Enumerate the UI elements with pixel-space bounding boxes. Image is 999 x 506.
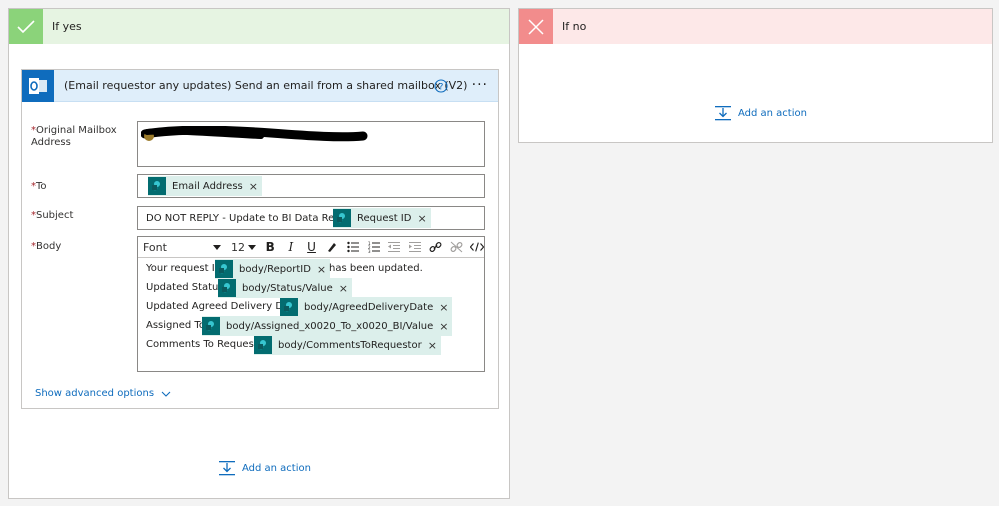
subject-text: DO NOT REPLY - Update to BI Data Request <box>146 213 363 224</box>
to-label: *To <box>31 181 47 192</box>
send-email-action-card: (Email requestor any updates) Send an em… <box>21 69 499 409</box>
to-input[interactable]: Email Address × <box>137 174 485 198</box>
body-line-text: Assigned To: <box>146 320 209 331</box>
decrease-indent-icon[interactable] <box>387 239 401 255</box>
remove-token-icon[interactable]: × <box>428 339 437 352</box>
add-action-button-no[interactable]: Add an action <box>714 105 807 121</box>
sharepoint-icon <box>333 209 351 227</box>
remove-token-icon[interactable]: × <box>317 263 326 276</box>
chevron-down-icon <box>248 244 257 250</box>
dynamic-content-token[interactable]: body/ReportID × <box>215 259 331 279</box>
numbered-list-icon[interactable]: 123 <box>367 239 381 255</box>
add-action-icon <box>715 106 731 121</box>
sharepoint-icon <box>202 317 220 335</box>
branch-yes-header[interactable]: If yes <box>9 9 509 44</box>
outlook-icon <box>22 69 54 102</box>
show-advanced-options-link[interactable]: Show advanced options <box>35 388 171 399</box>
mailbox-label: *Original Mailbox Address <box>31 125 117 148</box>
add-action-icon <box>219 461 235 476</box>
more-options-icon[interactable]: ··· <box>472 78 488 92</box>
remove-token-icon[interactable]: × <box>339 282 348 295</box>
dynamic-content-token[interactable]: body/Status/Value × <box>218 278 353 298</box>
remove-token-icon[interactable]: × <box>439 320 448 333</box>
branch-no-header[interactable]: If no <box>519 9 992 44</box>
checkmark-icon <box>9 9 43 44</box>
close-icon <box>519 9 553 44</box>
font-select[interactable]: Font <box>143 241 222 254</box>
action-card-header[interactable]: (Email requestor any updates) Send an em… <box>22 69 498 102</box>
increase-indent-icon[interactable] <box>408 239 422 255</box>
branch-if-yes: If yes (Email requestor any updates) Sen… <box>8 8 510 499</box>
dynamic-content-token[interactable]: body/Assigned_x0020_To_x0020_BI/Value × <box>202 316 453 336</box>
body-label: *Body <box>31 241 62 252</box>
action-card-title: (Email requestor any updates) Send an em… <box>64 79 468 92</box>
dynamic-content-token[interactable]: body/CommentsToRequestor × <box>254 335 441 355</box>
sharepoint-icon <box>215 260 233 278</box>
dynamic-content-token[interactable]: body/AgreedDeliveryDate × <box>280 297 453 317</box>
font-size-select[interactable]: 12 <box>231 241 257 254</box>
bullet-list-icon[interactable] <box>346 239 360 255</box>
sharepoint-icon <box>254 336 272 354</box>
branch-if-no: If no Add an action <box>518 8 993 143</box>
body-line-suffix: has been updated. <box>329 263 423 274</box>
remove-token-icon[interactable]: × <box>439 301 448 314</box>
subject-input[interactable]: DO NOT REPLY - Update to BI Data Request… <box>137 206 485 230</box>
sharepoint-icon <box>280 298 298 316</box>
body-line-text: Your request ID <box>146 263 223 274</box>
code-view-icon[interactable] <box>469 239 484 255</box>
highlight-pen-icon[interactable] <box>325 239 339 255</box>
svg-text:3: 3 <box>368 249 371 253</box>
branch-yes-title: If yes <box>52 20 82 33</box>
mailbox-input[interactable] <box>137 121 485 167</box>
link-icon[interactable] <box>429 239 443 255</box>
chevron-down-icon <box>161 391 171 397</box>
sharepoint-icon <box>148 177 166 195</box>
body-editor[interactable]: Font 12 B I U 123 Your request ID body/R… <box>137 236 485 372</box>
body-line-text: Updated Status: <box>146 282 227 293</box>
rich-text-toolbar: Font 12 B I U 123 <box>138 237 484 258</box>
remove-token-icon[interactable]: × <box>249 180 258 193</box>
chevron-down-icon <box>213 244 222 250</box>
subject-label: *Subject <box>31 210 74 221</box>
branch-no-title: If no <box>562 20 587 33</box>
svg-text:?: ? <box>439 83 444 93</box>
unlink-icon[interactable] <box>449 239 463 255</box>
bold-icon[interactable]: B <box>263 239 277 255</box>
sharepoint-icon <box>218 279 236 297</box>
body-line-text: Comments To Requestor: <box>146 339 272 350</box>
dynamic-content-token[interactable]: Email Address × <box>148 176 262 196</box>
underline-icon[interactable]: U <box>305 239 319 255</box>
remove-token-icon[interactable]: × <box>417 212 426 225</box>
add-action-button-yes[interactable]: Add an action <box>218 460 311 476</box>
italic-icon[interactable]: I <box>284 239 298 255</box>
help-icon[interactable]: ? <box>434 79 448 93</box>
dynamic-content-token[interactable]: Request ID × <box>333 208 431 228</box>
redaction-mark <box>141 126 368 142</box>
